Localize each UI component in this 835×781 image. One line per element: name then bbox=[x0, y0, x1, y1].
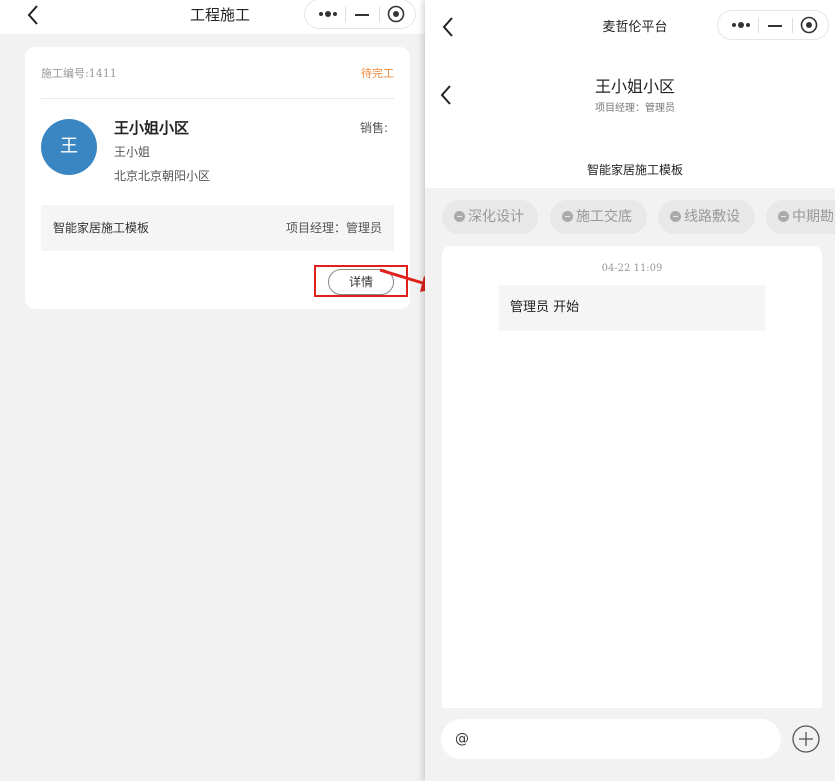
more-dots-icon[interactable] bbox=[315, 5, 341, 23]
stage-label: 深化设计 bbox=[468, 209, 524, 225]
minimize-icon[interactable] bbox=[768, 25, 782, 27]
minimize-icon[interactable] bbox=[355, 14, 369, 16]
stage-label: 施工交底 bbox=[576, 209, 632, 225]
stage-label: 中期勘 bbox=[792, 209, 834, 225]
stage-tab[interactable]: 施工交底 bbox=[550, 200, 647, 234]
project-manager: 项目经理：管理员 bbox=[595, 103, 675, 114]
left-screen: 工程施工 施工编号:1411 待完工 王 王小姐小区 王小姐 北京北京朝阳小区 … bbox=[0, 0, 425, 781]
avatar: 王 bbox=[41, 119, 97, 175]
platform-title: 麦哲伦平台 bbox=[602, 20, 668, 35]
log-timestamp: 04-22 11:09 bbox=[601, 263, 663, 274]
activity-log: 04-22 11:09 管理员 开始 bbox=[442, 246, 822, 716]
project-manager: 项目经理：管理员 bbox=[285, 221, 382, 235]
back-icon[interactable] bbox=[439, 14, 459, 40]
customer-contact: 王小姐 bbox=[114, 145, 151, 159]
capsule-divider bbox=[379, 7, 380, 22]
mini-program-capsule bbox=[717, 10, 829, 40]
divider bbox=[41, 98, 394, 99]
template-bar: 智能家居施工模板 项目经理：管理员 bbox=[41, 205, 394, 251]
customer-address: 北京北京朝阳小区 bbox=[114, 169, 211, 183]
stage-label: 线路敷设 bbox=[684, 209, 740, 225]
stage-dot-icon bbox=[670, 211, 681, 222]
template-name: 智能家居施工模板 bbox=[53, 221, 150, 235]
back-icon[interactable] bbox=[24, 2, 44, 28]
navigation-bar: 工程施工 bbox=[0, 0, 425, 34]
stage-dot-icon bbox=[454, 211, 465, 222]
close-target-icon[interactable] bbox=[800, 16, 818, 34]
close-target-icon[interactable] bbox=[387, 5, 405, 23]
stage-dot-icon bbox=[562, 211, 573, 222]
customer-name: 王小姐小区 bbox=[114, 119, 190, 137]
page-title: 工程施工 bbox=[189, 6, 250, 24]
message-input[interactable]: @ bbox=[441, 719, 781, 759]
capsule-divider bbox=[345, 7, 346, 22]
stage-tabs: 深化设计 施工交底 线路敷设 中期勘 bbox=[425, 188, 835, 244]
more-dots-icon[interactable] bbox=[728, 16, 754, 34]
back-icon[interactable] bbox=[437, 82, 457, 108]
input-bar: @ bbox=[425, 708, 835, 781]
log-message: 管理员 开始 bbox=[499, 285, 765, 331]
sales-label: 销售: bbox=[359, 121, 388, 135]
capsule-divider bbox=[758, 18, 759, 33]
status-badge: 待完工 bbox=[361, 67, 394, 80]
right-screen: 麦哲伦平台 王小姐小区 项目经理：管理员 智能家居施工模板 深化设计 施工交底 … bbox=[425, 0, 835, 781]
mini-program-capsule bbox=[304, 0, 416, 29]
stage-tab[interactable]: 线路敷设 bbox=[658, 200, 755, 234]
capsule-divider bbox=[792, 18, 793, 33]
template-title: 智能家居施工模板 bbox=[586, 163, 683, 177]
project-name: 王小姐小区 bbox=[594, 77, 675, 96]
stage-tab[interactable]: 中期勘 bbox=[766, 200, 835, 234]
stage-dot-icon bbox=[778, 211, 789, 222]
construction-number: 施工编号:1411 bbox=[41, 67, 117, 80]
add-circle-icon[interactable] bbox=[791, 724, 821, 754]
header-area: 麦哲伦平台 王小姐小区 项目经理：管理员 智能家居施工模板 bbox=[425, 0, 835, 188]
stage-tab[interactable]: 深化设计 bbox=[442, 200, 538, 234]
